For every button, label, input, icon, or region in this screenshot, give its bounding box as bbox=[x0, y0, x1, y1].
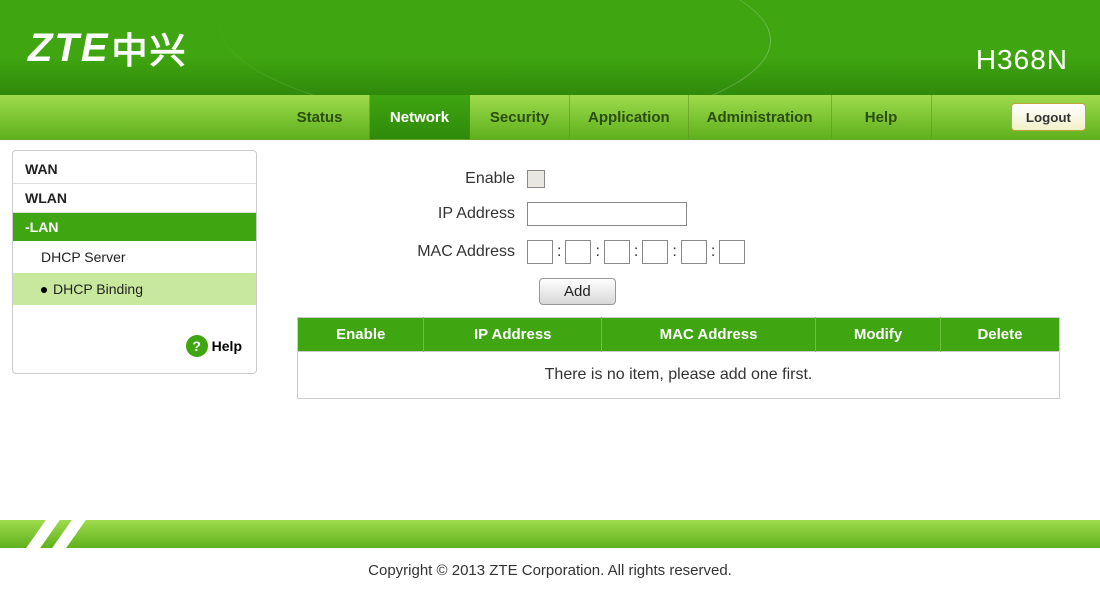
tab-administration[interactable]: Administration bbox=[689, 95, 832, 139]
col-enable: Enable bbox=[298, 318, 424, 352]
top-nav: Status Network Security Application Admi… bbox=[0, 95, 1100, 140]
tab-help[interactable]: Help bbox=[832, 95, 932, 139]
col-mac-address: MAC Address bbox=[602, 318, 816, 352]
sidebar-item-wlan[interactable]: WLAN bbox=[13, 184, 256, 213]
footer-stripe bbox=[0, 520, 1100, 548]
sidebar-sub-dhcp-binding[interactable]: DHCP Binding bbox=[13, 273, 256, 305]
table-empty-message: There is no item, please add one first. bbox=[298, 352, 1060, 399]
sidebar-item-wan[interactable]: WAN bbox=[13, 155, 256, 184]
bullet-icon bbox=[41, 287, 47, 293]
col-modify: Modify bbox=[816, 318, 941, 352]
mac-octet-2[interactable] bbox=[565, 240, 591, 264]
col-delete: Delete bbox=[940, 318, 1059, 352]
mac-octet-5[interactable] bbox=[681, 240, 707, 264]
col-ip-address: IP Address bbox=[424, 318, 602, 352]
sidebar-sub-dhcp-server[interactable]: DHCP Server bbox=[13, 241, 256, 273]
sidebar-item-lan[interactable]: -LAN bbox=[13, 213, 256, 241]
add-button[interactable]: Add bbox=[539, 278, 616, 305]
mac-octet-1[interactable] bbox=[527, 240, 553, 264]
mac-octet-6[interactable] bbox=[719, 240, 745, 264]
tab-application[interactable]: Application bbox=[570, 95, 689, 139]
logout-button[interactable]: Logout bbox=[1011, 103, 1086, 131]
footer-copyright: Copyright © 2013 ZTE Corporation. All ri… bbox=[0, 548, 1100, 593]
ip-address-input[interactable] bbox=[527, 202, 687, 226]
sidebar: WAN WLAN -LAN DHCP Server DHCP Binding ?… bbox=[12, 150, 257, 374]
sidebar-help-label: Help bbox=[212, 338, 242, 354]
tab-network[interactable]: Network bbox=[370, 95, 470, 139]
logo-text: ZTE bbox=[28, 26, 110, 71]
logo-zh: 中兴 bbox=[112, 22, 188, 74]
header-banner: ZTE中兴 H368N bbox=[0, 0, 1100, 95]
mac-address-label: MAC Address bbox=[297, 243, 527, 261]
tab-status[interactable]: Status bbox=[270, 95, 370, 139]
sidebar-sub-label: DHCP Binding bbox=[53, 281, 143, 297]
enable-checkbox[interactable] bbox=[527, 170, 545, 188]
mac-octet-4[interactable] bbox=[642, 240, 668, 264]
enable-label: Enable bbox=[297, 170, 527, 188]
binding-table: Enable IP Address MAC Address Modify Del… bbox=[297, 317, 1060, 399]
tab-security[interactable]: Security bbox=[470, 95, 570, 139]
ip-address-label: IP Address bbox=[297, 205, 527, 223]
help-icon: ? bbox=[186, 335, 208, 357]
brand-logo: ZTE中兴 bbox=[28, 22, 188, 74]
table-empty-row: There is no item, please add one first. bbox=[298, 352, 1060, 399]
mac-octet-3[interactable] bbox=[604, 240, 630, 264]
mac-address-group: : : : : : bbox=[527, 240, 745, 264]
device-model: H368N bbox=[976, 44, 1068, 76]
main-content: Enable IP Address MAC Address : : : : : … bbox=[257, 140, 1100, 480]
sidebar-help[interactable]: ?Help bbox=[13, 305, 256, 363]
